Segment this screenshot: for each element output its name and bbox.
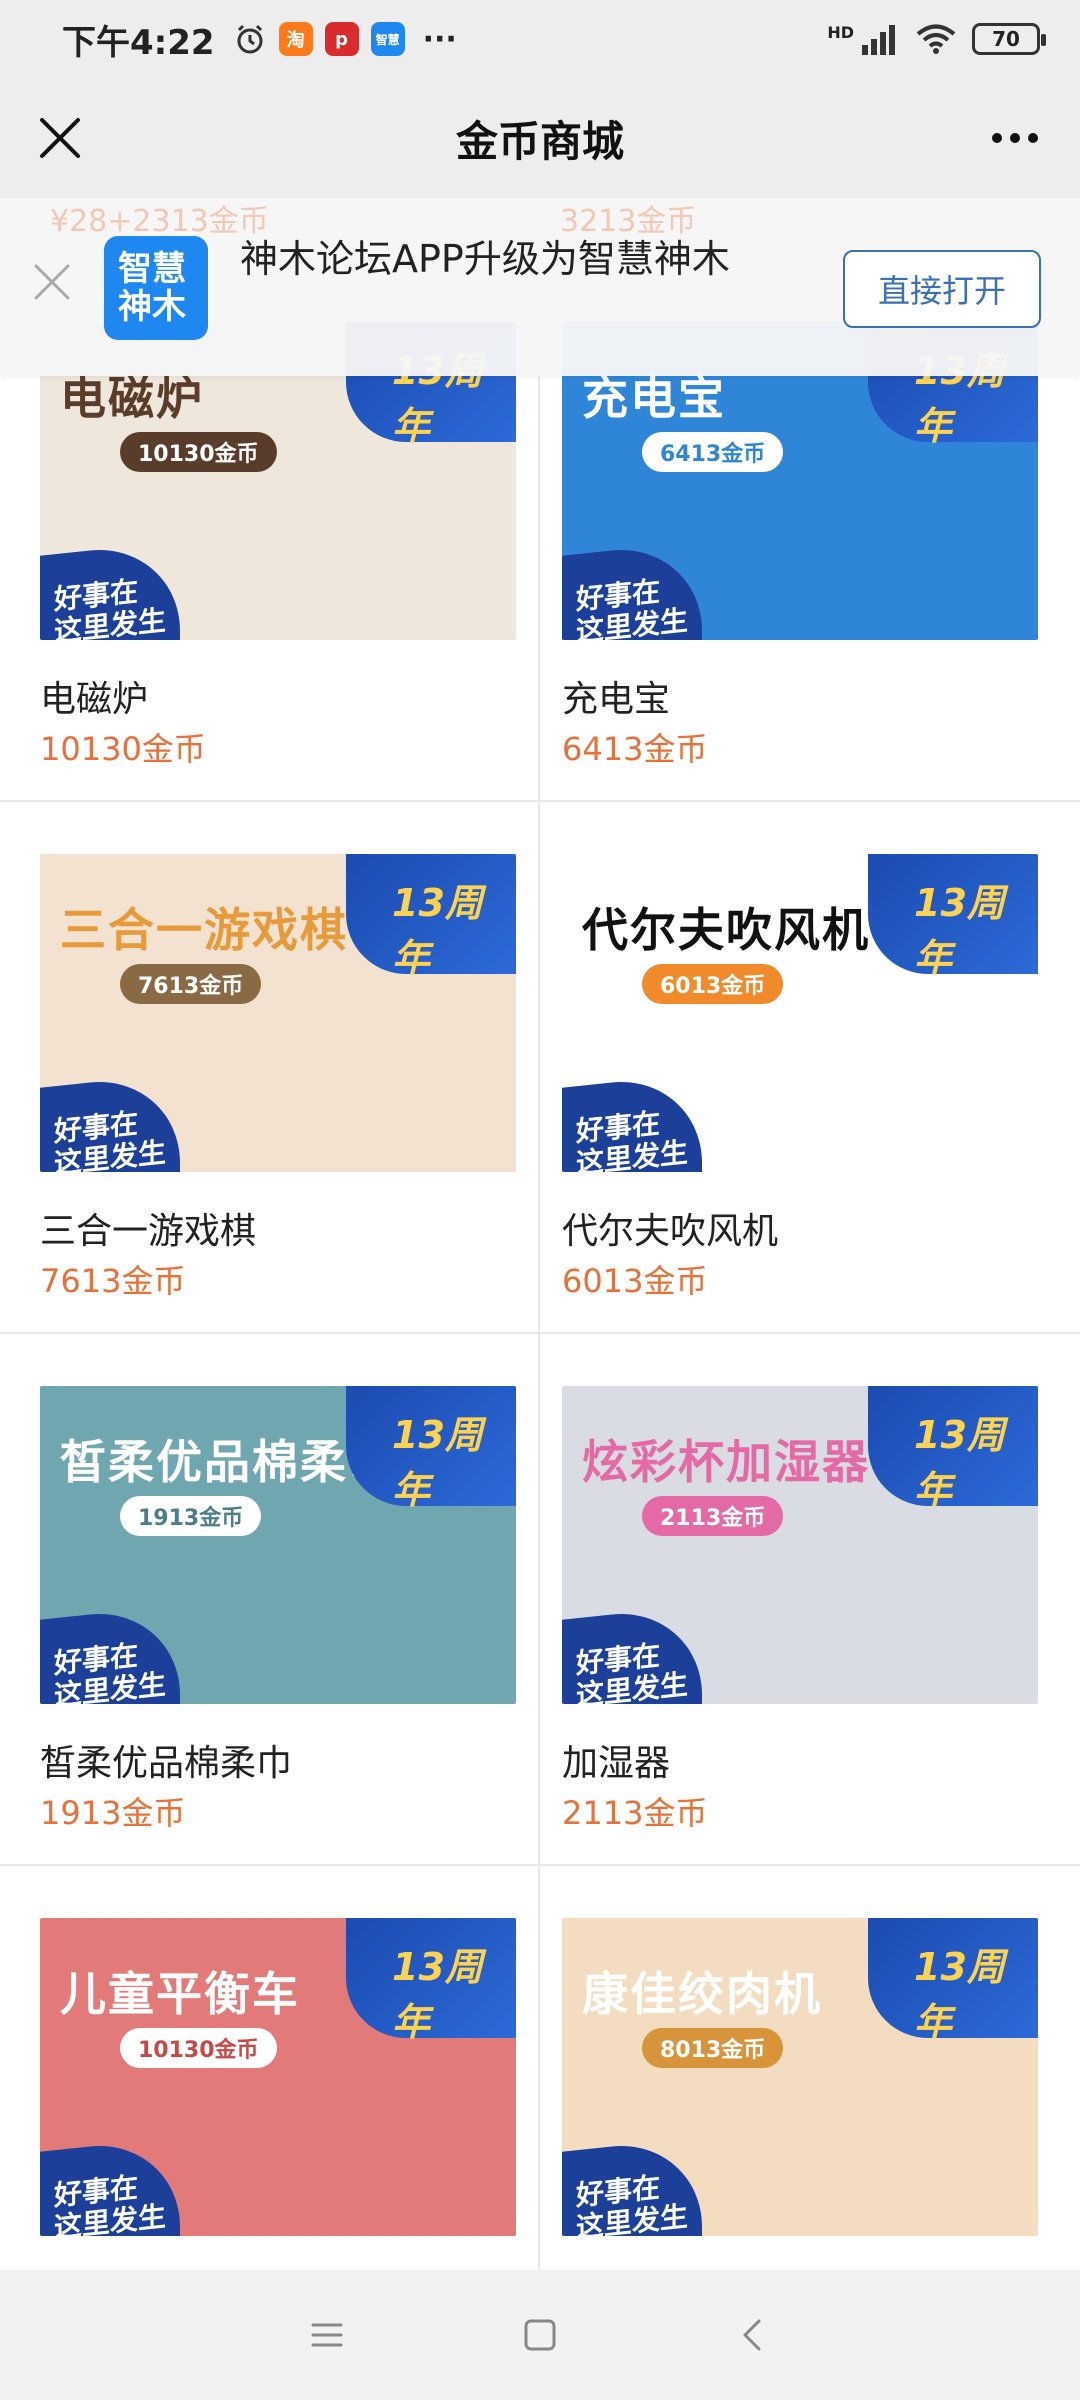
logo-line1: 智慧 (118, 249, 186, 289)
open-app-button[interactable]: 直接打开 (843, 250, 1041, 328)
banner-close-icon[interactable] (30, 260, 74, 304)
product-card[interactable]: 皙柔优品棉柔巾 1913金币 13周年 好事在 这里发生 皙柔优品棉柔巾 1913金币 (0, 1334, 540, 1866)
product-price: 10130金币 (40, 730, 206, 768)
product-name[interactable]: 充电宝 (562, 670, 670, 722)
more-icon[interactable] (980, 108, 1050, 168)
ghost-price-left: ¥28+2313金币 (50, 204, 269, 239)
slogan-badge: 好事在 这里发生 (562, 2137, 702, 2236)
status-left-icons: 淘 p 智慧 ··· (233, 22, 457, 57)
product-name[interactable]: 加湿器 (562, 1734, 670, 1786)
product-name[interactable]: 电磁炉 (40, 670, 148, 722)
signal-icon (862, 25, 895, 55)
slogan-badge: 好事在 这里发生 (562, 1073, 702, 1172)
slogan-badge: 好事在 这里发生 (40, 541, 180, 640)
close-icon[interactable] (30, 108, 90, 168)
system-nav-bar (0, 2270, 1080, 2400)
product-price: 1913金币 (40, 1794, 186, 1832)
product-name[interactable]: 代尔夫吹风机 (562, 1202, 778, 1254)
anniversary-badge: 13周年 (868, 1918, 1038, 2044)
image-price-pill: 10130金币 (120, 2028, 277, 2068)
image-price-pill: 2113金币 (642, 1496, 784, 1536)
battery-indicator: 70 (972, 23, 1046, 55)
product-image[interactable]: 三合一游戏棋 7613金币 13周年好事在 这里发生 (40, 854, 516, 1172)
status-right-icons: HD 70 (827, 22, 1046, 55)
slogan-badge: 好事在 这里发生 (562, 541, 702, 640)
product-name[interactable]: 三合一游戏棋 (40, 1202, 256, 1254)
more-dot (1028, 133, 1038, 143)
image-title: 炫彩杯加湿器 (582, 1435, 870, 1489)
nav-bar: 金币商城 (0, 78, 1080, 198)
image-title: 三合一游戏棋 (60, 903, 348, 957)
image-price-pill: 6013金币 (642, 964, 784, 1004)
image-price-pill: 10130金币 (120, 432, 277, 472)
product-card[interactable]: 代尔夫吹风机 6013金币 13周年 好事在 这里发生 代尔夫吹风机 6013金币 (540, 802, 1080, 1334)
anniversary-badge: 13周年 (346, 1386, 516, 1512)
product-image[interactable]: 儿童平衡车 10130金币 13周年好事在 这里发生 (40, 1918, 516, 2236)
menu-icon[interactable] (297, 2305, 357, 2365)
banner-message: 神木论坛APP升级为智慧神木 (240, 237, 730, 281)
taobao-app-icon: 淘 (278, 22, 313, 56)
hd-label: HD (827, 22, 854, 42)
more-dot (1010, 133, 1020, 143)
slogan-badge: 好事在 这里发生 (40, 1605, 180, 1704)
image-price-pill: 1913金币 (120, 1496, 262, 1536)
product-image[interactable]: 皙柔优品棉柔巾 1913金币 13周年 好事在 这里发生 (40, 1386, 516, 1704)
status-time: 下午4:22 (62, 22, 215, 63)
product-image[interactable]: 康佳绞肉机 8013金币 13周年好事在 这里发生 (562, 1918, 1038, 2236)
anniversary-badge: 13周年 (868, 1386, 1038, 1512)
product-price: 2113金币 (562, 1794, 708, 1832)
image-price-pill: 8013金币 (642, 2028, 784, 2068)
wifi-icon (916, 24, 956, 54)
anniversary-badge: 13周年 (346, 1918, 516, 2044)
slogan-badge: 好事在 这里发生 (562, 1605, 702, 1704)
product-price: 6413金币 (562, 730, 708, 768)
back-icon[interactable] (723, 2305, 783, 2365)
zhihui-app-icon: 智慧 (370, 22, 405, 56)
screen: 下午4:22 淘 p 智慧 ··· HD 70 金币商城 电磁炉 10130金币… (0, 0, 1080, 2400)
product-name[interactable]: 皙柔优品棉柔巾 (40, 1734, 292, 1786)
image-price-pill: 7613金币 (120, 964, 262, 1004)
product-price: 7613金币 (40, 1262, 186, 1300)
image-title: 儿童平衡车 (60, 1967, 300, 2021)
status-bar: 下午4:22 淘 p 智慧 ··· HD 70 (0, 0, 1080, 78)
page-title: 金币商城 (455, 116, 624, 166)
image-title: 代尔夫吹风机 (582, 903, 870, 957)
home-icon[interactable] (510, 2305, 570, 2365)
zhihui-shenmu-logo: 智慧 神木 (104, 236, 208, 340)
app-upgrade-banner: ¥28+2313金币 3213金币 智慧 神木 神木论坛APP升级为智慧神木 直… (0, 198, 1080, 376)
anniversary-badge: 13周年 (868, 854, 1038, 980)
product-card[interactable]: 三合一游戏棋 7613金币 13周年 好事在 这里发生 三合一游戏棋 7613金币 (0, 802, 540, 1334)
p-app-icon: p (324, 22, 359, 56)
product-price: 6013金币 (562, 1262, 708, 1300)
more-dot (992, 133, 1002, 143)
anniversary-badge: 13周年 (346, 854, 516, 980)
image-price-pill: 6413金币 (642, 432, 784, 472)
logo-line2: 神木 (118, 287, 186, 327)
slogan-badge: 好事在 这里发生 (40, 1073, 180, 1172)
image-title: 康佳绞肉机 (582, 1967, 822, 2021)
product-image[interactable]: 炫彩杯加湿器 2113金币 13周年好事在 这里发生 (562, 1386, 1038, 1704)
alarm-icon (237, 24, 263, 54)
product-card[interactable]: 炫彩杯加湿器 2113金币 13周年好事在 这里发生加湿器 2113金币 (540, 1334, 1080, 1866)
status-more: ··· (422, 21, 457, 57)
slogan-badge: 好事在 这里发生 (40, 2137, 180, 2236)
product-image[interactable]: 代尔夫吹风机 6013金币 13周年好事在 这里发生 (562, 854, 1038, 1172)
